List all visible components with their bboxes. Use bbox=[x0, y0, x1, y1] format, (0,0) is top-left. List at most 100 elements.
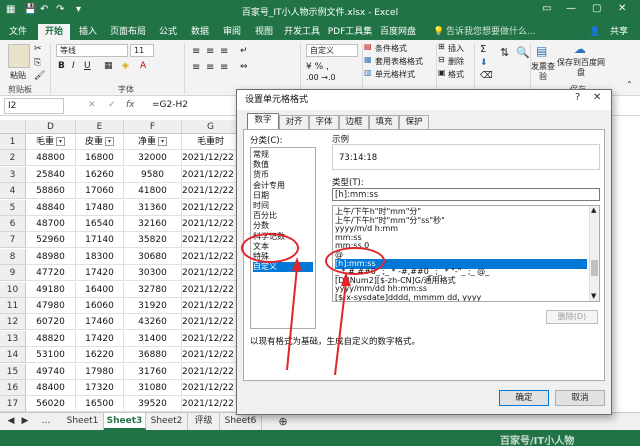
font-size-select[interactable]: 11 bbox=[130, 44, 154, 57]
row-header[interactable]: 1 bbox=[0, 134, 26, 150]
table-cell[interactable]: 32160 bbox=[124, 216, 182, 232]
table-cell[interactable]: 16540 bbox=[76, 216, 124, 232]
row-header[interactable]: 7 bbox=[0, 232, 26, 249]
table-cell[interactable]: 31760 bbox=[124, 363, 182, 380]
table-cell[interactable]: 17480 bbox=[76, 199, 124, 216]
delete-format-button[interactable]: 删除(D) bbox=[546, 310, 598, 324]
tab-pdf-tools[interactable]: PDF工具集 bbox=[326, 24, 374, 40]
enter-formula-icon[interactable]: ✓ bbox=[108, 100, 116, 110]
tell-me-search[interactable]: 告诉我您想要做什么... bbox=[446, 24, 556, 40]
row-header[interactable]: 5 bbox=[0, 199, 26, 216]
scroll-right-icon[interactable]: ▶ bbox=[18, 413, 32, 430]
cancel-button[interactable]: 取消 bbox=[555, 390, 605, 406]
select-all-corner[interactable] bbox=[0, 120, 26, 134]
table-cell[interactable]: 2021/12/22 0 bbox=[182, 347, 240, 364]
table-cell[interactable]: 16060 bbox=[76, 298, 124, 314]
tab-data[interactable]: 数据 bbox=[186, 24, 214, 40]
tab-border[interactable]: 边框 bbox=[339, 115, 369, 129]
tab-developer[interactable]: 开发工具 bbox=[282, 24, 322, 40]
maximize-icon[interactable]: ▢ bbox=[592, 3, 601, 14]
table-cell[interactable]: 2021/12/22 0 bbox=[182, 183, 240, 200]
table-cell[interactable]: 58860 bbox=[26, 183, 76, 200]
filter-dropdown-icon[interactable]: ▾ bbox=[105, 137, 114, 146]
scroll-left-icon[interactable]: ◀ bbox=[4, 413, 18, 430]
collapse-ribbon-icon[interactable]: ⌃ bbox=[626, 80, 633, 89]
tab-page-layout[interactable]: 页面布局 bbox=[106, 24, 150, 40]
table-cell[interactable]: 35820 bbox=[124, 232, 182, 249]
table-cell[interactable]: 17420 bbox=[76, 265, 124, 282]
table-cell[interactable]: 31360 bbox=[124, 199, 182, 216]
cancel-formula-icon[interactable]: ✕ bbox=[88, 100, 96, 110]
scroll-down-icon[interactable]: ▼ bbox=[591, 292, 596, 300]
table-cell[interactable]: 30300 bbox=[124, 265, 182, 282]
invoice-check-button[interactable]: 发票查验 bbox=[529, 62, 557, 82]
merge-icon[interactable]: ⇔ bbox=[240, 62, 248, 72]
category-item[interactable]: 日期 bbox=[253, 191, 313, 201]
column-header-e[interactable]: E bbox=[76, 120, 124, 134]
table-cell[interactable]: 32000 bbox=[124, 150, 182, 167]
type-list-scrollbar[interactable]: ▲ ▼ bbox=[589, 206, 599, 301]
formula-input[interactable]: =G2-H2 bbox=[152, 100, 188, 110]
table-cell[interactable]: 2021/12/22 0 bbox=[182, 166, 240, 183]
filter-dropdown-icon[interactable]: ▾ bbox=[158, 137, 167, 146]
table-cell[interactable]: 52960 bbox=[26, 232, 76, 249]
tab-protection[interactable]: 保护 bbox=[399, 115, 429, 129]
table-cell[interactable]: 2021/12/22 0 bbox=[182, 363, 240, 380]
align-bottom-icon[interactable]: ≡ bbox=[220, 46, 228, 57]
header-cell[interactable]: 毛重时 bbox=[182, 134, 240, 150]
tab-baidu-netdisk[interactable]: 百度网盘 bbox=[378, 24, 418, 40]
find-select-icon[interactable]: 🔍 bbox=[516, 46, 530, 59]
tab-number[interactable]: 数字 bbox=[247, 113, 279, 130]
paste-icon[interactable] bbox=[8, 44, 30, 68]
tab-fill[interactable]: 填充 bbox=[369, 115, 399, 129]
row-header[interactable]: 3 bbox=[0, 166, 26, 183]
table-format-button[interactable]: 套用表格格式 bbox=[375, 56, 423, 67]
table-cell[interactable]: 16800 bbox=[76, 150, 124, 167]
border-icon[interactable]: ▦ bbox=[104, 61, 113, 71]
row-header[interactable]: 2 bbox=[0, 150, 26, 167]
category-item[interactable]: 数值 bbox=[253, 160, 313, 170]
underline-icon[interactable]: U bbox=[84, 61, 91, 71]
table-cell[interactable]: 2021/12/22 0 bbox=[182, 232, 240, 249]
table-cell[interactable]: 17420 bbox=[76, 330, 124, 347]
table-cell[interactable]: 32780 bbox=[124, 281, 182, 298]
table-cell[interactable]: 31400 bbox=[124, 330, 182, 347]
table-cell[interactable]: 2021/12/22 0 bbox=[182, 396, 240, 413]
tab-review[interactable]: 审阅 bbox=[218, 24, 246, 40]
table-cell[interactable]: 41800 bbox=[124, 183, 182, 200]
table-cell[interactable]: 48840 bbox=[26, 199, 76, 216]
row-header[interactable]: 9 bbox=[0, 265, 26, 282]
type-input[interactable]: [h]:mm:ss bbox=[332, 188, 600, 201]
table-cell[interactable]: 31080 bbox=[124, 380, 182, 396]
cut-icon[interactable]: ✂ bbox=[34, 44, 42, 54]
row-header[interactable]: 14 bbox=[0, 347, 26, 364]
table-cell[interactable]: 25840 bbox=[26, 166, 76, 183]
table-cell[interactable]: 9580 bbox=[124, 166, 182, 183]
sheet-tab-sheet6[interactable]: Sheet6 bbox=[220, 413, 262, 430]
column-header-f[interactable]: F bbox=[124, 120, 182, 134]
table-cell[interactable]: 17460 bbox=[76, 314, 124, 331]
table-cell[interactable]: 47720 bbox=[26, 265, 76, 282]
table-cell[interactable]: 2021/12/22 0 bbox=[182, 265, 240, 282]
row-header[interactable]: 6 bbox=[0, 216, 26, 232]
align-center-icon[interactable]: ≡ bbox=[206, 62, 214, 73]
category-item[interactable]: 分数 bbox=[253, 221, 313, 231]
table-cell[interactable]: 17060 bbox=[76, 183, 124, 200]
fill-icon[interactable]: ⬇ bbox=[480, 58, 488, 68]
tab-font[interactable]: 字体 bbox=[309, 115, 339, 129]
type-list-item[interactable]: [$-x-sysdate]dddd, mmmm dd, yyyy bbox=[335, 293, 587, 301]
row-header[interactable]: 10 bbox=[0, 281, 26, 298]
sheet-tab-sheet1[interactable]: Sheet1 bbox=[62, 413, 104, 430]
add-sheet-icon[interactable]: ⊕ bbox=[276, 413, 290, 430]
format-cells-button[interactable]: 格式 bbox=[448, 69, 464, 80]
table-cell[interactable]: 49180 bbox=[26, 281, 76, 298]
dialog-help-icon[interactable]: ? bbox=[575, 92, 580, 103]
tab-formulas[interactable]: 公式 bbox=[154, 24, 182, 40]
header-cell[interactable]: 净重 ▾ bbox=[124, 134, 182, 150]
column-header-g[interactable]: G bbox=[182, 120, 240, 134]
column-header-d[interactable]: D bbox=[26, 120, 76, 134]
align-top-icon[interactable]: ≡ bbox=[192, 46, 200, 57]
category-item[interactable]: 百分比 bbox=[253, 211, 313, 221]
table-cell[interactable]: 16220 bbox=[76, 347, 124, 364]
table-cell[interactable]: 16500 bbox=[76, 396, 124, 413]
